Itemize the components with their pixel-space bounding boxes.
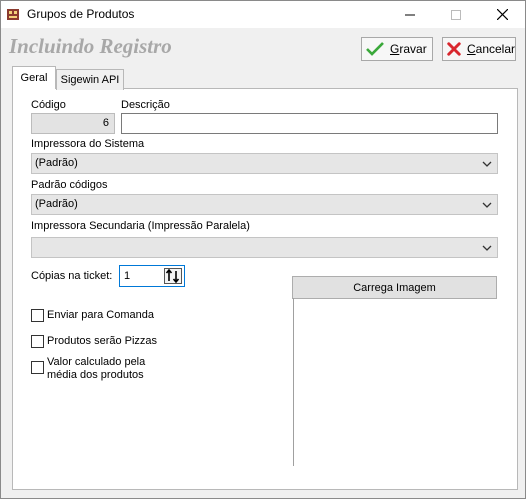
codigo-field: 6 [31, 113, 115, 134]
checkbox-box[interactable] [31, 335, 44, 348]
spin-arrows-icon [165, 268, 180, 284]
title-bar: Grupos de Produtos [1, 1, 525, 28]
dialog-window: Grupos de Produtos Incluindo Registro Gr… [0, 0, 526, 499]
gravar-label: Gravar [390, 42, 427, 56]
chevron-down-icon [482, 202, 492, 208]
carrega-imagem-button[interactable]: Carrega Imagem [292, 276, 497, 299]
copias-value: 1 [124, 270, 131, 282]
copias-label: Cópias na ticket: [31, 270, 113, 282]
gravar-button[interactable]: Gravar [361, 37, 433, 61]
impressora-secundaria-select[interactable] [31, 237, 498, 258]
minimize-icon [405, 14, 415, 15]
check-icon [366, 42, 384, 56]
checkbox-box[interactable] [31, 361, 44, 374]
impressora-label: Impressora do Sistema [31, 138, 145, 150]
tab-sigewin-api[interactable]: Sigewin API [56, 69, 124, 90]
padrao-codigos-select[interactable]: (Padrão) [31, 194, 498, 215]
enviar-comanda-checkbox[interactable]: Enviar para Comanda [31, 309, 154, 322]
impressora-secundaria-label: Impressora Secundaria (Impressão Paralel… [31, 220, 250, 232]
copias-spinner[interactable] [164, 268, 182, 284]
image-preview-area [293, 298, 497, 466]
chevron-down-icon [482, 245, 492, 251]
close-button[interactable] [479, 1, 525, 28]
maximize-icon [451, 9, 461, 20]
valor-calculado-line2: média dos produtos [47, 369, 144, 381]
cancelar-button[interactable]: Cancelar [442, 37, 516, 61]
impressora-select[interactable]: (Padrão) [31, 153, 498, 174]
padrao-codigos-label: Padrão códigos [31, 179, 108, 191]
copias-input[interactable]: 1 [119, 265, 185, 287]
padrao-codigos-value: (Padrão) [35, 198, 78, 210]
produtos-pizzas-label: Produtos serão Pizzas [47, 335, 158, 347]
codigo-label: Código [31, 99, 66, 111]
checkbox-box[interactable] [31, 309, 44, 322]
chevron-down-icon [482, 161, 492, 167]
page-title: Incluindo Registro [9, 34, 172, 58]
enviar-comanda-label: Enviar para Comanda [47, 309, 155, 321]
minimize-button[interactable] [387, 1, 433, 28]
valor-calculado-label: Valor calculado pela média dos produtos [47, 356, 145, 382]
descricao-label: Descrição [121, 99, 170, 111]
cancel-x-icon [447, 42, 461, 56]
impressora-value: (Padrão) [35, 157, 78, 169]
cancelar-label: Cancelar [466, 42, 515, 56]
valor-calculado-checkbox[interactable]: Valor calculado pela média dos produtos [31, 356, 145, 382]
window-title: Grupos de Produtos [27, 7, 135, 21]
app-icon [6, 7, 20, 21]
tab-geral[interactable]: Geral [12, 66, 56, 89]
descricao-input[interactable] [121, 113, 498, 134]
valor-calculado-line1: Valor calculado pela [47, 356, 146, 368]
close-icon [496, 9, 508, 20]
produtos-pizzas-checkbox[interactable]: Produtos serão Pizzas [31, 335, 157, 348]
maximize-button[interactable] [433, 1, 479, 28]
